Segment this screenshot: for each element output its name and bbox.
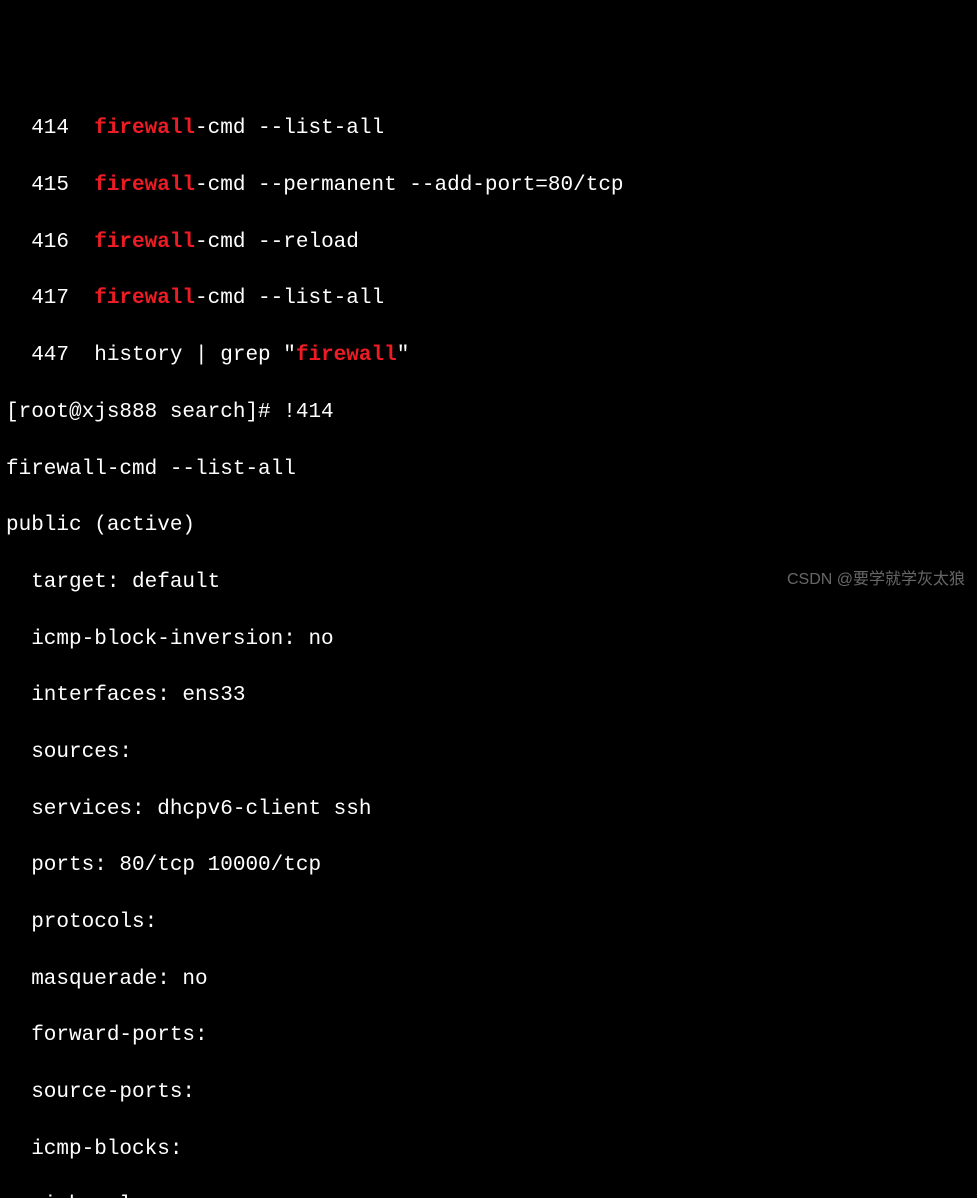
match-highlight: firewall	[94, 231, 195, 254]
history-number: 416	[6, 231, 94, 254]
history-line: 416 firewall-cmd --reload	[6, 229, 971, 257]
history-post: -cmd --reload	[195, 231, 359, 254]
match-highlight: firewall	[94, 287, 195, 310]
history-number: 415	[6, 174, 94, 197]
field-forward-ports: forward-ports:	[6, 1022, 971, 1050]
field-protocols: protocols:	[6, 909, 971, 937]
history-pre: history | grep "	[94, 344, 296, 367]
history-number: 417	[6, 287, 94, 310]
zone-header: public (active)	[6, 512, 971, 540]
field-rich-rules: rich rules:	[6, 1192, 971, 1198]
shell-command: !414	[283, 401, 333, 424]
match-highlight: firewall	[94, 117, 195, 140]
history-number: 447	[6, 344, 94, 367]
field-source-ports: source-ports:	[6, 1079, 971, 1107]
watermark: CSDN @要学就学灰太狼	[787, 569, 965, 591]
expanded-command: firewall-cmd --list-all	[6, 456, 971, 484]
field-ports: ports: 80/tcp 10000/tcp	[6, 852, 971, 880]
history-number: 414	[6, 117, 94, 140]
field-masquerade: masquerade: no	[6, 966, 971, 994]
prompt-line[interactable]: [root@xjs888 search]# !414	[6, 399, 971, 427]
history-post: -cmd --permanent --add-port=80/tcp	[195, 174, 623, 197]
field-sources: sources:	[6, 739, 971, 767]
history-post: -cmd --list-all	[195, 117, 384, 140]
history-post: "	[397, 344, 410, 367]
match-highlight: firewall	[296, 344, 397, 367]
history-line: 415 firewall-cmd --permanent --add-port=…	[6, 172, 971, 200]
field-icmp-block-inversion: icmp-block-inversion: no	[6, 626, 971, 654]
match-highlight: firewall	[94, 174, 195, 197]
field-icmp-blocks: icmp-blocks:	[6, 1136, 971, 1164]
field-interfaces: interfaces: ens33	[6, 682, 971, 710]
history-line: 414 firewall-cmd --list-all	[6, 115, 971, 143]
history-line: 447 history | grep "firewall"	[6, 342, 971, 370]
history-line: 417 firewall-cmd --list-all	[6, 285, 971, 313]
field-services: services: dhcpv6-client ssh	[6, 796, 971, 824]
history-post: -cmd --list-all	[195, 287, 384, 310]
shell-prompt: [root@xjs888 search]#	[6, 401, 283, 424]
